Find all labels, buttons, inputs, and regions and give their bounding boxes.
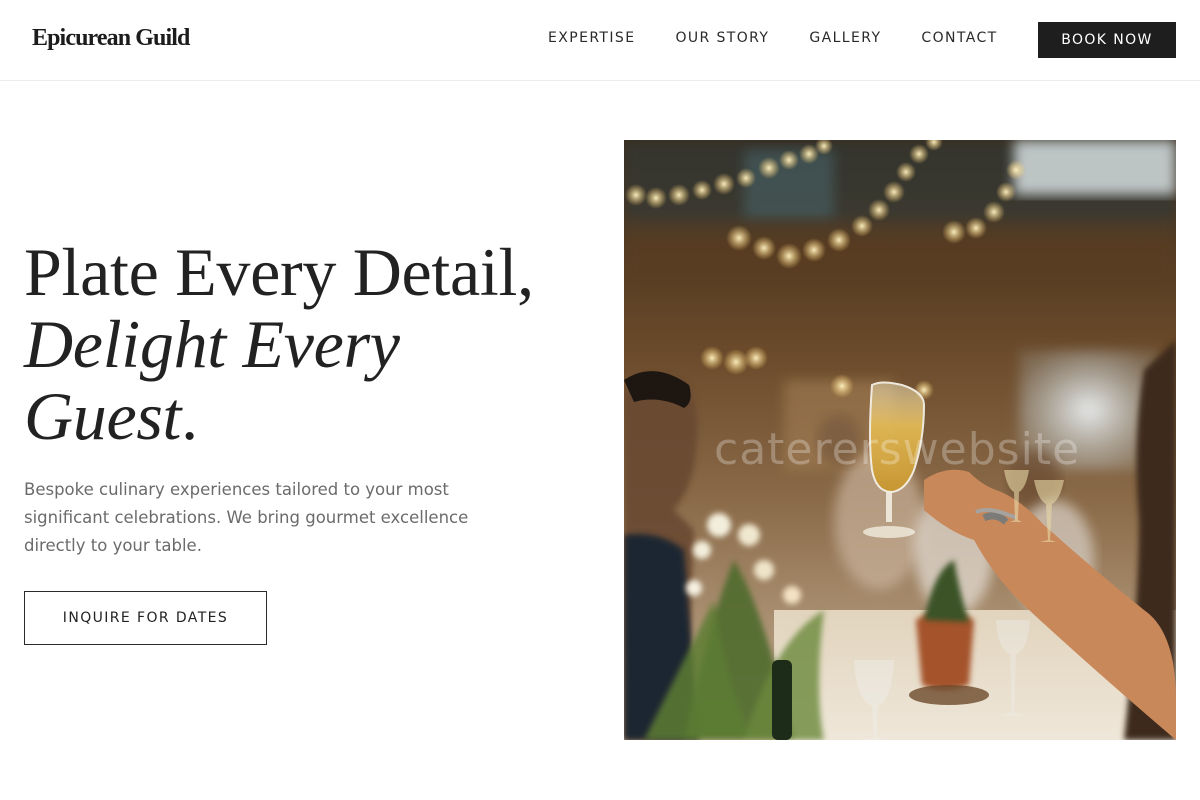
brand-logo[interactable]: Epicurean Guild	[32, 25, 190, 52]
site-header: Epicurean Guild EXPERTISE OUR STORY GALL…	[0, 0, 1200, 81]
headline-line-2: Delight Every	[24, 306, 400, 382]
nav-item-gallery[interactable]: GALLERY	[809, 30, 881, 47]
headline-period: .	[181, 378, 198, 454]
main-nav: EXPERTISE OUR STORY GALLERY CONTACT	[548, 30, 1038, 47]
hero-headline: Plate Every Detail, Delight Every Guest.	[24, 236, 604, 452]
inquire-for-dates-button[interactable]: INQUIRE FOR DATES	[24, 591, 267, 645]
photo-watermark: catererswebsite	[714, 424, 1081, 475]
hero-photo: catererswebsite	[624, 140, 1176, 740]
headline-line-3-text: Guest	[24, 378, 182, 454]
nav-item-our-story[interactable]: OUR STORY	[675, 30, 769, 47]
hero-subcopy: Bespoke culinary experiences tailored to…	[24, 480, 469, 555]
headline-line-3: Guest.	[24, 380, 604, 452]
book-now-button[interactable]: BOOK NOW	[1038, 22, 1176, 58]
nav-item-contact[interactable]: CONTACT	[921, 30, 997, 47]
nav-item-expertise[interactable]: EXPERTISE	[548, 30, 635, 47]
headline-line-1: Plate Every Detail,	[24, 234, 534, 310]
